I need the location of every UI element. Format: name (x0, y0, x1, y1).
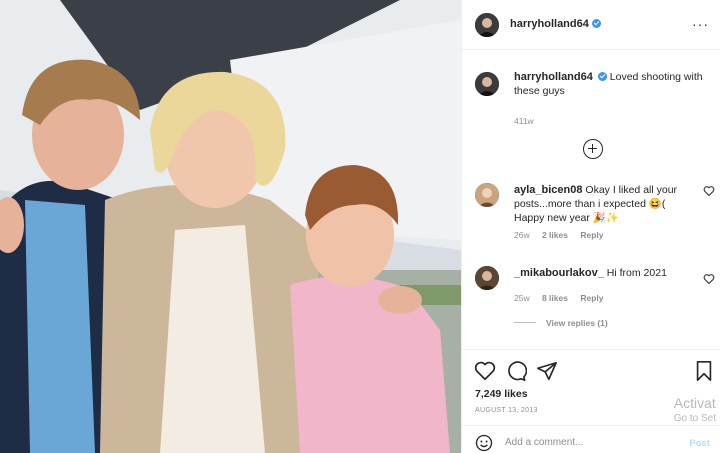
post-date[interactable]: AUGUST 13, 2013 (475, 407, 538, 414)
caption-time[interactable]: 411w (514, 116, 714, 126)
comment-heart-icon[interactable] (703, 273, 715, 285)
comment-likes[interactable]: 2 likes (542, 230, 568, 240)
post-header: harryholland64 ··· (462, 0, 720, 50)
caption-author-avatar[interactable] (475, 72, 499, 96)
comment-avatar[interactable] (475, 183, 499, 207)
reply-button[interactable]: Reply (580, 230, 603, 240)
comment-bubble-icon[interactable] (505, 360, 527, 382)
view-replies-button[interactable]: View replies (1) (514, 318, 608, 328)
comment-meta: 25w 8 likes Reply (514, 293, 694, 303)
more-options-icon[interactable]: ··· (692, 17, 709, 31)
author-avatar-image (475, 13, 499, 37)
comment-text: Hi from 2021 (606, 267, 667, 279)
caption-username[interactable]: harryholland64 (514, 71, 593, 83)
post-caption: harryholland64 Loved shooting with these… (514, 70, 714, 126)
comment-avatar-image (475, 183, 499, 207)
paper-plane-icon[interactable] (536, 360, 558, 382)
comment-username[interactable]: _mikabourlakov_ (514, 267, 604, 279)
author-username: harryholland64 (510, 18, 589, 30)
add-comment-bar: Post (462, 425, 720, 453)
comment-username[interactable]: ayla_bicen08 (514, 184, 583, 196)
comment-meta: 26w 2 likes Reply (514, 230, 694, 240)
view-replies-label: View replies (1) (546, 318, 608, 328)
activation-watermark: Activat Go to Set (674, 395, 716, 424)
verified-badge-icon (591, 19, 601, 28)
comment-avatar[interactable] (475, 266, 499, 290)
comment-body: ayla_bicen08 Okay I liked all your posts… (514, 183, 694, 240)
heart-icon[interactable] (474, 360, 496, 382)
comment-input[interactable] (505, 437, 675, 448)
comment-time[interactable]: 26w (514, 230, 530, 240)
photo-of-three-people (0, 0, 461, 453)
author-avatar[interactable] (475, 13, 499, 37)
watermark-line-1: Activat (673, 395, 716, 411)
comment-heart-icon[interactable] (703, 185, 715, 197)
reply-button[interactable]: Reply (580, 293, 603, 303)
author-username-link[interactable]: harryholland64 (510, 18, 601, 30)
post-comment-button[interactable]: Post (689, 438, 710, 449)
caption-verified-icon (597, 72, 607, 81)
comment-body: _mikabourlakov_ Hi from 2021 25w 8 likes… (514, 266, 694, 303)
comment-likes[interactable]: 8 likes (542, 293, 568, 303)
caption-author-avatar-image (475, 72, 499, 96)
smiley-icon[interactable] (475, 434, 493, 452)
post-photo (0, 0, 461, 453)
likes-count[interactable]: 7,249 likes (475, 388, 528, 400)
plus-circle-icon[interactable] (583, 139, 603, 159)
comment-avatar-image (475, 266, 499, 290)
bookmark-icon[interactable] (693, 360, 715, 382)
post-side-panel: harryholland64 ··· harryholland64 Loved … (461, 0, 720, 453)
watermark-line-2: Go to Set (673, 413, 716, 424)
comment-time[interactable]: 25w (514, 293, 530, 303)
